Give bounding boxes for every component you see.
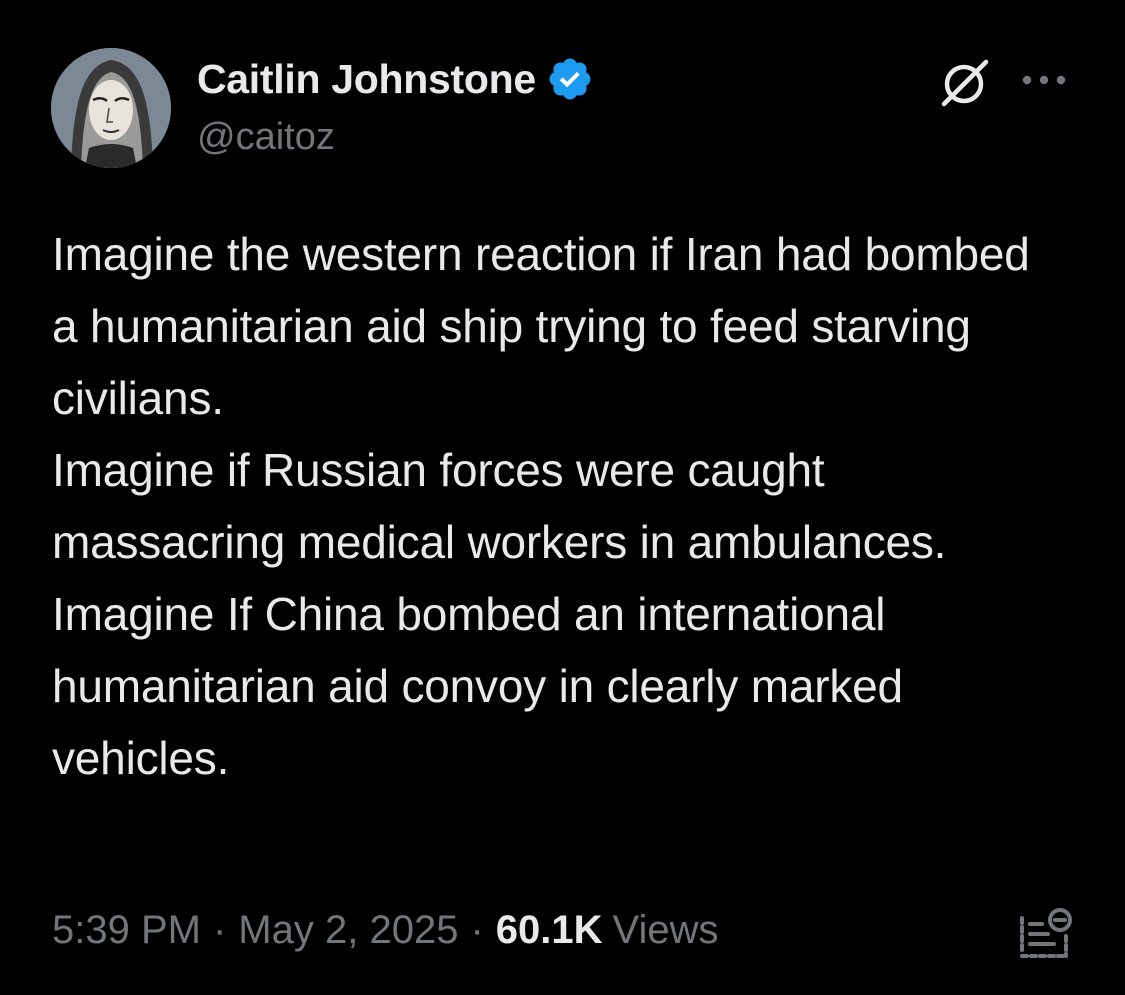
views-label: Views (612, 908, 719, 952)
tweet-time[interactable]: 5:39 PM (52, 908, 201, 953)
author-name-row: Caitlin Johnstone (197, 56, 594, 102)
author-block: Caitlin Johnstone @caitoz (197, 56, 594, 159)
tweet-text: Imagine the western reaction if Iran had… (52, 218, 1062, 794)
author-display-name[interactable]: Caitlin Johnstone (197, 56, 536, 103)
tweet-paragraph: Imagine the western reaction if Iran had… (52, 228, 1030, 424)
tweet-paragraph: Imagine if Russian forces were caught ma… (52, 444, 947, 568)
author-handle[interactable]: @caitoz (197, 116, 594, 159)
tweet-paragraph: Imagine If China bombed an international… (52, 588, 903, 784)
meta-separator: · (212, 908, 227, 952)
more-options-icon[interactable] (1018, 62, 1070, 98)
meta-separator: · (470, 908, 484, 952)
verified-badge-icon[interactable] (546, 55, 594, 103)
tweet-detail: Caitlin Johnstone @caitoz Imagine the we… (0, 0, 1125, 995)
tweet-date[interactable]: May 2, 2025 (238, 908, 458, 953)
views-count: 60.1K (495, 908, 603, 952)
avatar[interactable] (51, 48, 171, 168)
analytics-icon[interactable] (1016, 906, 1074, 964)
tweet-metadata: 5:39 PM · May 2, 2025 · 60.1K Views (52, 908, 719, 953)
grok-icon[interactable] (936, 54, 992, 110)
